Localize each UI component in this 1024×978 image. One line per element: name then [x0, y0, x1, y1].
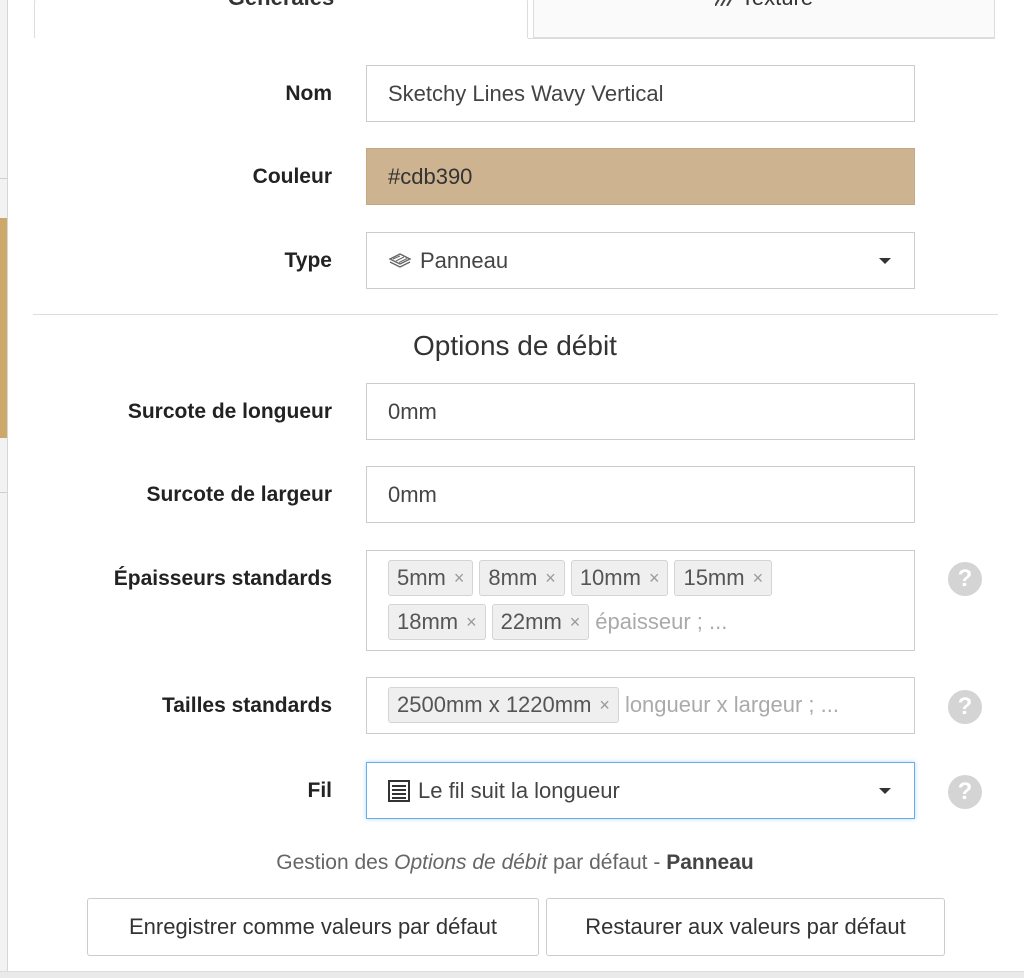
- remove-tag-icon[interactable]: ×: [545, 568, 556, 589]
- tab-texture[interactable]: Texture: [533, 0, 995, 38]
- tag-label: 8mm: [488, 565, 538, 590]
- restore-defaults-button[interactable]: Restaurer aux valeurs par défaut: [546, 898, 945, 956]
- tag-thickness: 5mm ×: [388, 560, 474, 596]
- std-thicknesses-tags-input[interactable]: 5mm × 8mm × 10mm × 15mm × 18mm × 22mm × épaisseur ; …: [366, 550, 915, 651]
- size-placeholder[interactable]: longueur x largeur ; ...: [625, 687, 839, 723]
- remove-tag-icon[interactable]: ×: [466, 612, 477, 633]
- section-divider: [33, 314, 998, 315]
- save-defaults-button[interactable]: Enregistrer comme valeurs par défaut: [87, 898, 539, 956]
- thickness-placeholder[interactable]: épaisseur ; ...: [595, 604, 727, 640]
- help-icon[interactable]: ?: [948, 775, 982, 809]
- name-input[interactable]: Sketchy Lines Wavy Vertical: [366, 65, 915, 122]
- tag-thickness: 22mm ×: [491, 604, 590, 640]
- color-label: Couleur: [252, 165, 332, 188]
- type-label: Type: [284, 249, 332, 272]
- tab-texture-content: Texture: [534, 0, 994, 9]
- type-select[interactable]: Panneau: [366, 232, 915, 289]
- tag-label: 15mm: [683, 565, 745, 590]
- type-value: Panneau: [420, 247, 509, 273]
- tag-thickness: 18mm ×: [388, 604, 486, 640]
- grain-label: Fil: [307, 779, 333, 802]
- tag-label: 5mm: [397, 565, 446, 590]
- width-increase-input[interactable]: 0mm: [366, 466, 915, 523]
- remove-tag-icon[interactable]: ×: [649, 568, 660, 589]
- chevron-down-icon: [879, 787, 891, 794]
- remove-tag-icon[interactable]: ×: [753, 568, 764, 589]
- tab-underline: [528, 38, 995, 39]
- texture-hatch-icon: [714, 0, 732, 7]
- chevron-down-icon: [879, 257, 891, 264]
- defaults-note-middle: par défaut -: [547, 851, 667, 874]
- tag-thickness: 8mm ×: [479, 560, 565, 596]
- cutting-options-title: Options de débit: [413, 330, 617, 361]
- width-increase-value: 0mm: [388, 481, 437, 507]
- help-icon[interactable]: ?: [948, 690, 982, 724]
- width-increase-label: Surcote de largeur: [146, 483, 332, 506]
- tab-texture-label: Texture: [741, 0, 813, 10]
- defaults-note-prefix: Gestion des: [276, 851, 395, 874]
- tag-thickness: 10mm ×: [570, 560, 669, 596]
- grain-value: Le fil suit la longueur: [418, 777, 620, 803]
- help-icon[interactable]: ?: [948, 562, 982, 596]
- tag-label: 2500mm x 1220mm: [397, 692, 592, 717]
- tag-thickness: 15mm ×: [674, 560, 773, 596]
- length-increase-input[interactable]: 0mm: [366, 383, 915, 440]
- tag-label: 22mm: [500, 609, 562, 634]
- sheet-material-icon: [388, 252, 412, 268]
- tag-label: 18mm: [397, 609, 459, 634]
- std-sizes-tags-input[interactable]: 2500mm x 1220mm × longueur x largeur ; ...: [366, 677, 915, 734]
- backdrop-edge: [0, 0, 8, 978]
- grain-lines-icon: [388, 779, 410, 802]
- defaults-note-type: Panneau: [666, 851, 754, 874]
- remove-tag-icon[interactable]: ×: [570, 612, 581, 633]
- tag-label: 10mm: [579, 565, 641, 590]
- color-value: #cdb390: [388, 163, 473, 189]
- std-sizes-label: Tailles standards: [161, 694, 332, 717]
- defaults-note: Gestion des Options de débit par défaut …: [0, 851, 1024, 875]
- defaults-note-section: Options de débit: [394, 851, 548, 874]
- tab-general-label: Générales: [35, 0, 527, 9]
- name-value: Sketchy Lines Wavy Vertical: [388, 80, 664, 106]
- std-thicknesses-label: Épaisseurs standards: [113, 567, 332, 590]
- backdrop-divider: [0, 178, 7, 179]
- length-increase-label: Surcote de longueur: [127, 400, 332, 423]
- grain-select[interactable]: Le fil suit la longueur: [366, 762, 915, 819]
- tab-general[interactable]: Générales: [34, 0, 528, 38]
- backdrop-swatch: [0, 218, 7, 438]
- remove-tag-icon[interactable]: ×: [454, 568, 465, 589]
- bottom-edge: [0, 971, 1024, 978]
- tag-size: 2500mm x 1220mm ×: [388, 687, 619, 723]
- color-input[interactable]: #cdb390: [366, 148, 915, 205]
- name-label: Nom: [285, 82, 332, 105]
- backdrop-divider: [0, 492, 7, 493]
- remove-tag-icon[interactable]: ×: [599, 695, 610, 716]
- length-increase-value: 0mm: [388, 398, 437, 424]
